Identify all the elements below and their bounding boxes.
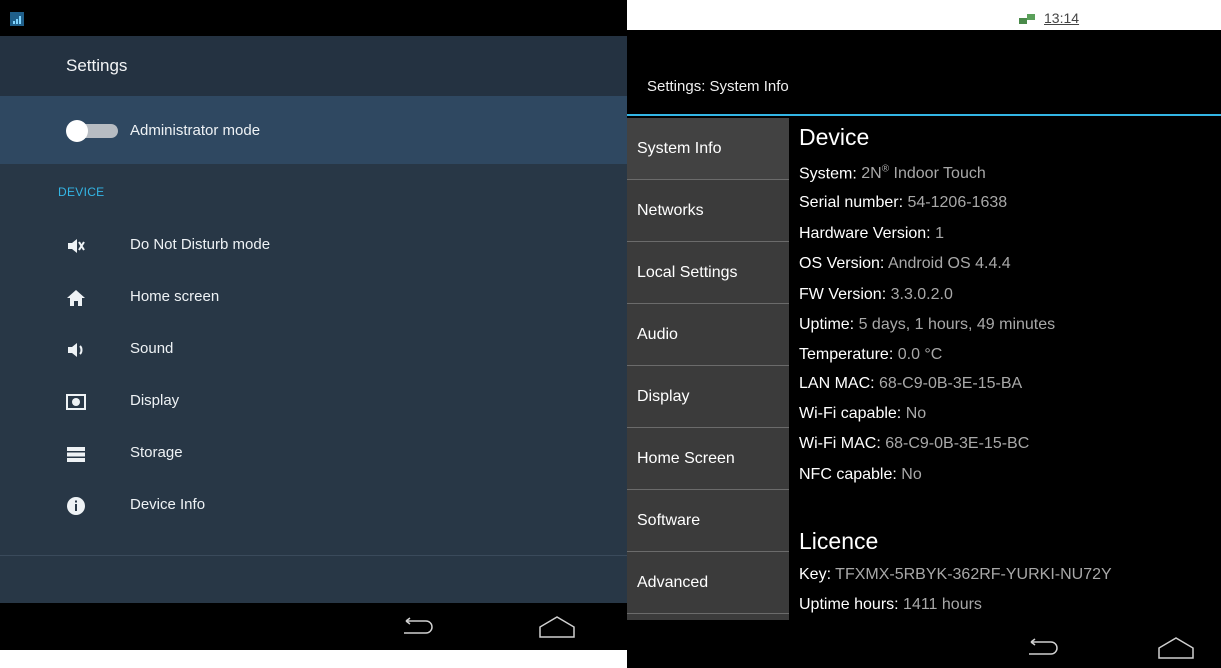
back-icon[interactable] [400,617,434,637]
wifi-mac-row: Wi-Fi MAC: 68-C9-0B-3E-15-BC [799,435,1030,452]
licence-key-row: Key: TFXMX-5RBYK-362RF-YURKI-NU72Y [799,566,1112,583]
status-bar: 13:14 [627,0,1221,30]
menu-item-do-not-disturb[interactable]: Do Not Disturb mode [0,220,630,272]
menu-item-storage[interactable]: Storage [0,428,630,480]
navigation-bar [627,620,1221,668]
menu-item-sound[interactable]: Sound [0,324,630,376]
menu-item-label: Do Not Disturb mode [130,236,271,253]
menu-item-device-info[interactable]: Device Info [0,480,630,532]
home-icon [66,288,86,308]
tab-audio[interactable]: Audio [627,304,789,366]
os-version-row: OS Version: Android OS 4.4.4 [799,255,1011,272]
licence-heading: Licence [799,528,879,554]
signal-icon [10,12,24,26]
menu-item-label: Sound [130,340,174,357]
section-header-device: DEVICE [58,185,105,199]
app-header: Settings [0,36,630,96]
home-nav-icon[interactable] [538,615,576,639]
lan-mac-row: LAN MAC: 68-C9-0B-3E-15-BA [799,375,1023,392]
tab-software[interactable]: Software [627,490,789,552]
device-heading: Device [799,124,870,150]
admin-mode-toggle[interactable] [66,120,118,142]
storage-icon [66,444,86,464]
navigation-bar [0,603,630,650]
home-nav-icon[interactable] [1157,636,1195,660]
hardware-version-row: Hardware Version: 1 [799,225,944,242]
menu-item-label: Storage [130,444,183,461]
category-tabs: System Info Networks Local Settings Audi… [627,118,789,620]
settings-screen: Settings Administrator mode DEVICE Do No… [0,0,630,650]
system-info-screen: 13:14 Settings: System Info System Info … [627,0,1221,668]
tab-home-screen[interactable]: Home Screen [627,428,789,490]
system-row: System: 2N® Indoor Touch [799,164,986,183]
menu-item-display[interactable]: Display [0,376,630,428]
info-icon [66,496,86,516]
menu-item-label: Home screen [130,288,220,305]
title-underline [627,114,1221,116]
display-icon [66,392,86,412]
wifi-capable-row: Wi-Fi capable: No [799,405,927,422]
tab-advanced[interactable]: Advanced [627,552,789,614]
serial-number-row: Serial number: 54-1206-1638 [799,194,1008,211]
nfc-capable-row: NFC capable: No [799,466,922,483]
uptime-row: Uptime: 5 days, 1 hours, 49 minutes [799,316,1056,333]
divider [0,555,630,556]
status-time: 13:14 [1044,10,1080,26]
page-title: Settings [66,56,128,75]
menu-item-label: Display [130,392,180,409]
tab-local-settings[interactable]: Local Settings [627,242,789,304]
network-icon [1017,12,1039,26]
page-title: Settings: System Info [647,78,789,95]
status-bar [0,0,630,36]
tab-display[interactable]: Display [627,366,789,428]
tab-networks[interactable]: Networks [627,180,789,242]
menu-item-label: Device Info [130,496,206,513]
fw-version-row: FW Version: 3.3.0.2.0 [799,286,953,303]
uptime-hours-row: Uptime hours: 1411 hours [799,596,982,613]
menu-item-home-screen[interactable]: Home screen [0,272,630,324]
tab-system-info[interactable]: System Info [627,118,789,180]
temperature-row: Temperature: 0.0 °C [799,346,943,363]
mute-icon [66,236,86,256]
back-icon[interactable] [1025,638,1059,658]
volume-icon [66,340,86,360]
admin-mode-label: Administrator mode [130,122,261,139]
